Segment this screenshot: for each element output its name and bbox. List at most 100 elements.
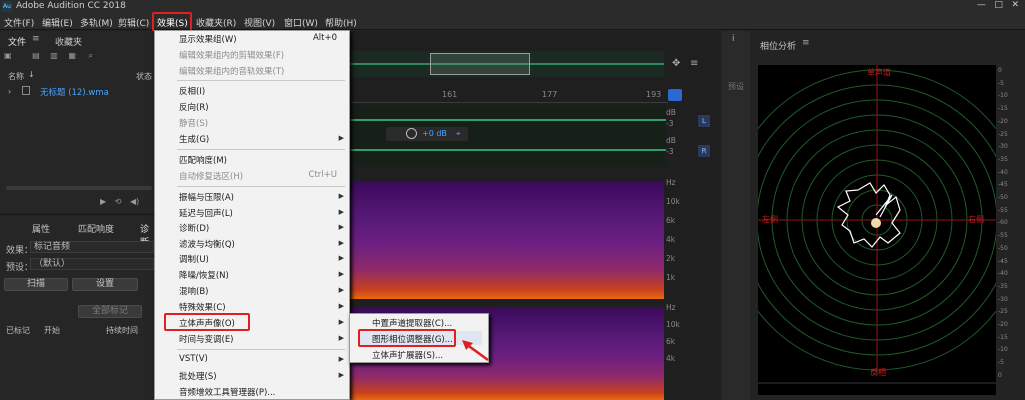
col-name[interactable]: 名称 — [8, 71, 24, 82]
col-status[interactable]: 状态 — [136, 71, 152, 82]
menu-item[interactable]: 自动修复选区(H) — [179, 170, 243, 182]
overview-strip[interactable] — [350, 51, 664, 77]
time-ruler[interactable]: 161 177 193 — [350, 89, 668, 103]
menu-item[interactable]: 反相(I) — [179, 85, 205, 97]
menu-item[interactable]: 音频增效工具管理器(P)... — [179, 386, 275, 398]
menu-edit[interactable]: 编辑(E) — [42, 16, 73, 29]
play-icon[interactable]: ▶ — [100, 197, 106, 206]
tab-properties[interactable]: 属性 — [32, 222, 50, 235]
menu-item[interactable]: 匹配响度(M) — [179, 154, 227, 166]
menu-window[interactable]: 窗口(W) — [284, 16, 318, 29]
menu-item[interactable]: 降噪/恢复(N) — [179, 269, 229, 281]
waveform-track[interactable]: +0 dB ⌖ — [350, 105, 666, 165]
preset-select[interactable]: （默认） — [30, 258, 154, 270]
menu-separator — [177, 80, 345, 81]
menu-file[interactable]: 文件(F) — [4, 16, 34, 29]
phase-scale-label: -45 — [998, 257, 1008, 265]
tab-match-loudness[interactable]: 匹配响度 — [78, 222, 114, 235]
new-icon[interactable]: ▥ — [50, 51, 58, 60]
folder-icon[interactable]: ▣ — [4, 51, 12, 60]
menu-item[interactable]: 诊断(D) — [179, 222, 209, 234]
gain-knob-icon[interactable] — [406, 128, 417, 139]
submenu-item[interactable]: 立体声扩展器(S)... — [372, 349, 443, 361]
menu-item[interactable]: 编辑效果组内的音轨效果(T) — [179, 65, 284, 77]
shortcut-label: Ctrl+U — [308, 170, 337, 180]
minimize-icon[interactable]: — — [977, 0, 986, 10]
menu-help[interactable]: 帮助(H) — [325, 16, 357, 29]
hz-label: 1k — [666, 273, 676, 282]
settings-button[interactable]: 设置 — [72, 278, 138, 291]
expand-icon[interactable]: › — [8, 87, 11, 96]
menu-item[interactable]: 振幅与压限(A) — [179, 191, 234, 203]
menu-view[interactable]: 视图(V) — [244, 16, 275, 29]
hz-label: Hz — [666, 303, 676, 312]
channel-r-button[interactable]: R — [698, 145, 710, 157]
save-icon[interactable]: ▦ — [68, 51, 76, 60]
presets-tab[interactable]: 预设 — [728, 81, 744, 92]
submenu-item[interactable]: 中置声道提取器(C)... — [372, 317, 452, 329]
phase-scale-label: 0 — [998, 67, 1002, 74]
zoom-icon[interactable]: ✥ — [672, 58, 680, 69]
transport-mini: ▶ ⟲ ◀) — [100, 197, 139, 206]
menu-icon[interactable]: ≡ — [32, 34, 40, 44]
spectrogram-left[interactable] — [350, 181, 664, 299]
files-toolbar: ▣ ▤ ▥ ▦ ⌕ — [4, 51, 154, 63]
search-icon[interactable]: ⌕ — [88, 51, 92, 60]
gain-value[interactable]: +0 dB — [422, 129, 447, 138]
menu-item[interactable]: VST(V) — [179, 354, 208, 364]
phase-scale-label: -35 — [998, 155, 1008, 163]
menu-item[interactable]: 时间与变调(E) — [179, 333, 234, 345]
info-icon[interactable]: i — [732, 34, 735, 44]
menu-item[interactable]: 调制(U) — [179, 253, 209, 265]
effect-label: 效果： — [6, 246, 34, 256]
menu-clip[interactable]: 剪辑(C) — [118, 16, 149, 29]
menu-icon[interactable]: ≡ — [802, 38, 810, 48]
file-item-name[interactable]: 无标题 (12).wma — [40, 86, 109, 98]
menu-multitrack[interactable]: 多轨(M) — [80, 16, 113, 29]
import-icon[interactable]: ▤ — [32, 51, 40, 60]
label-left: 左侧 — [762, 215, 778, 224]
tick-label: 177 — [542, 90, 558, 99]
volume-icon[interactable]: ◀) — [130, 197, 139, 206]
snap-icon[interactable] — [668, 89, 682, 101]
menu-item[interactable]: 反向(R) — [179, 101, 209, 113]
hz-label: 2k — [666, 254, 676, 263]
window-controls: — □ ✕ — [977, 0, 1019, 10]
menu-item[interactable]: 延迟与回声(L) — [179, 207, 233, 219]
tab-files[interactable]: 文件 — [8, 35, 26, 48]
col-marked: 已标记 — [6, 326, 30, 335]
hz-label: Hz — [666, 178, 676, 187]
mark-all-button[interactable]: 全部标记 — [78, 305, 142, 318]
effects-menu: 显示效果组(W) Alt+0 编辑效果组内的剪辑效果(F) 编辑效果组内的音轨效… — [154, 30, 350, 400]
menu-item[interactable]: 特殊效果(C) — [179, 301, 226, 313]
pin-icon[interactable]: ⌖ — [456, 129, 461, 139]
menu-item[interactable]: 显示效果组(W) — [179, 33, 237, 45]
menu-item[interactable]: 滤波与均衡(Q) — [179, 238, 235, 250]
db-label: dB — [666, 136, 676, 145]
menu-item[interactable]: 批处理(S) — [179, 370, 217, 382]
effect-select[interactable]: 标记音频 — [30, 241, 154, 253]
menu-item[interactable]: 静音(S) — [179, 117, 208, 129]
channel-l-button[interactable]: L — [698, 115, 710, 127]
maximize-icon[interactable]: □ — [994, 0, 1003, 10]
scan-button[interactable]: 扫描 — [4, 278, 68, 291]
menu-item[interactable]: 编辑效果组内的剪辑效果(F) — [179, 49, 284, 61]
preset-select-value: （默认） — [34, 259, 71, 269]
phase-scale-label: -50 — [998, 194, 1008, 202]
menu-item[interactable]: 生成(G) — [179, 133, 209, 145]
submenu-arrow-icon: ▶ — [338, 192, 344, 200]
tick-label: 193 — [646, 90, 662, 99]
files-scrollbar[interactable] — [6, 186, 152, 190]
phase-scale-label: -15 — [998, 333, 1008, 341]
menu-favorites[interactable]: 收藏夹(R) — [196, 16, 236, 29]
phase-scale-label: -15 — [998, 105, 1008, 113]
menu-item[interactable]: 混响(B) — [179, 285, 208, 297]
hz-scale-top: Hz 10k 6k 4k 2k 1k — [666, 173, 680, 287]
submenu-arrow-icon: ▶ — [338, 270, 344, 278]
menu-icon[interactable]: ≡ — [690, 58, 698, 69]
close-icon[interactable]: ✕ — [1011, 0, 1019, 10]
overview-viewport[interactable] — [430, 53, 530, 75]
tab-favorites[interactable]: 收藏夹 — [55, 35, 82, 48]
loop-icon[interactable]: ⟲ — [115, 197, 122, 206]
hz-label: 4k — [666, 354, 676, 363]
